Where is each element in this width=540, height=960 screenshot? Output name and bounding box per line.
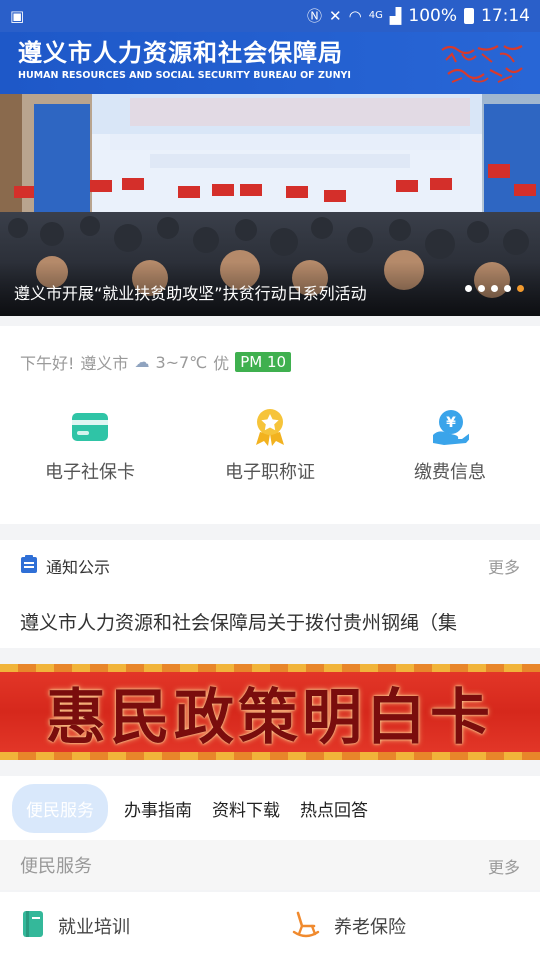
battery-percent: 100% xyxy=(408,6,457,26)
quick-actions: 电子社保卡 电子职称证 ¥ 缴费信息 xyxy=(0,408,540,484)
service-pension-insurance[interactable]: 养老保险 xyxy=(270,892,540,960)
medal-icon xyxy=(251,408,289,446)
calligraphy-seal-logo xyxy=(438,40,526,92)
service-employment-training[interactable]: 就业培训 xyxy=(0,892,270,960)
clock: 17:14 xyxy=(481,6,530,26)
policy-banner-stripe xyxy=(0,752,540,760)
status-bar: ▣ Ⓝ ✕ ◠ 4G ▟ 100% 17:14 xyxy=(0,0,540,32)
carousel-indicator[interactable] xyxy=(465,285,524,292)
quick-action-title-cert[interactable]: 电子职称证 xyxy=(180,408,360,484)
mute-icon: ✕ xyxy=(329,6,342,25)
nfc-icon: Ⓝ xyxy=(307,6,323,25)
screenshot-icon: ▣ xyxy=(10,6,25,25)
weather-bar: 下午好! 遵义市 ☁ 3~7℃ 优 PM 10 xyxy=(20,350,292,374)
temperature: 3~7℃ xyxy=(155,352,208,372)
svg-text:¥: ¥ xyxy=(446,415,456,431)
card-icon xyxy=(71,408,109,446)
carousel-dot[interactable] xyxy=(504,285,511,292)
network-label: 4G xyxy=(368,10,383,21)
notice-item[interactable]: 遵义市人力资源和社会保障局关于拨付贵州钢绳（集 xyxy=(20,608,510,635)
air-quality: 优 xyxy=(213,354,230,373)
tab-guide[interactable]: 办事指南 xyxy=(120,786,196,831)
service-label: 就业培训 xyxy=(58,917,130,938)
policy-banner[interactable]: 惠民政策明白卡 xyxy=(0,664,540,760)
book-icon xyxy=(22,910,44,943)
battery-icon xyxy=(464,8,474,24)
notice-more-link[interactable]: 更多 xyxy=(488,554,520,578)
carousel-dot[interactable] xyxy=(478,285,485,292)
quick-action-label: 电子职称证 xyxy=(225,462,315,483)
cloud-icon: ☁ xyxy=(134,353,150,371)
notice-title: 通知公示 xyxy=(46,558,111,577)
carousel-caption: 遵义市开展“就业扶贫助攻坚”扶贫行动日系列活动 xyxy=(0,262,540,316)
tab-convenience-services[interactable]: 便民服务 xyxy=(12,783,108,833)
policy-banner-stripe xyxy=(0,664,540,672)
notice-header: 通知公示 xyxy=(20,554,110,578)
services-section-header: 便民服务 更多 xyxy=(0,840,540,890)
carousel-dot[interactable] xyxy=(465,285,472,292)
greeting: 下午好! xyxy=(20,354,75,373)
services-list: 就业培训 养老保险 xyxy=(0,892,540,960)
services-more-link[interactable]: 更多 xyxy=(488,854,520,878)
app-header: 遵义市人力资源和社会保障局 HUMAN RESOURCES AND SOCIAL… xyxy=(0,32,540,94)
city: 遵义市 xyxy=(80,354,129,373)
pm-badge: PM 10 xyxy=(235,352,292,372)
quick-action-social-card[interactable]: 电子社保卡 xyxy=(0,408,180,484)
tab-downloads[interactable]: 资料下载 xyxy=(208,786,284,831)
rocking-chair-icon xyxy=(292,910,320,943)
policy-banner-text: 惠民政策明白卡 xyxy=(46,682,494,753)
quick-action-payment-info[interactable]: ¥ 缴费信息 xyxy=(360,408,540,484)
home-card: 下午好! 遵义市 ☁ 3~7℃ 优 PM 10 电子社保卡 电子职称证 ¥ 缴费… xyxy=(0,326,540,524)
carousel-dot-active[interactable] xyxy=(517,285,524,292)
yuan-hand-icon: ¥ xyxy=(431,408,469,446)
carousel-dot[interactable] xyxy=(491,285,498,292)
notice-card: 通知公示 更多 遵义市人力资源和社会保障局关于拨付贵州钢绳（集 xyxy=(0,540,540,648)
news-carousel[interactable]: 遵义市开展“就业扶贫助攻坚”扶贫行动日系列活动 xyxy=(0,94,540,316)
service-label: 养老保险 xyxy=(334,917,406,938)
tab-bar: 便民服务 办事指南 资料下载 热点回答 xyxy=(0,776,540,840)
tab-hot-answers[interactable]: 热点回答 xyxy=(296,786,372,831)
signal-icon: ▟ xyxy=(389,6,402,25)
quick-action-label: 电子社保卡 xyxy=(45,462,135,483)
quick-action-label: 缴费信息 xyxy=(414,462,486,483)
notice-icon xyxy=(20,554,38,578)
wifi-icon: ◠ xyxy=(348,6,362,25)
section-title: 便民服务 xyxy=(20,856,92,877)
